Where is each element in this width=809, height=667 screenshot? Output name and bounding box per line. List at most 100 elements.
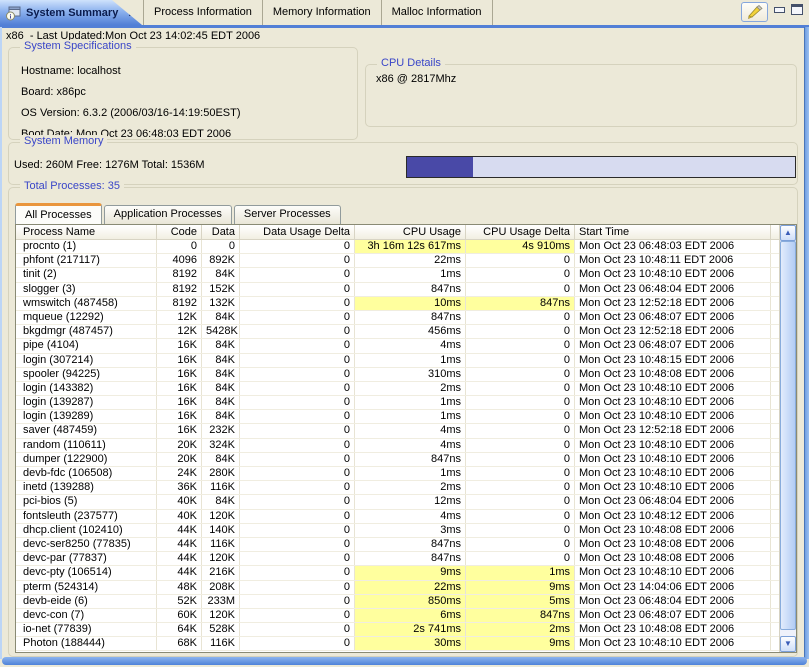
- cell-filler: [771, 552, 779, 565]
- cell: Mon Oct 23 12:52:18 EDT 2006: [575, 424, 771, 437]
- cell: 2ms: [355, 481, 466, 494]
- cell: Mon Oct 23 10:48:10 EDT 2006: [575, 439, 771, 452]
- process-table: Process NameCodeDataData Usage DeltaCPU …: [15, 224, 797, 653]
- cell: 216K: [202, 566, 240, 579]
- svg-text:i: i: [10, 13, 12, 20]
- table-row[interactable]: phfont (217117)4096892K022ms0Mon Oct 23 …: [16, 254, 779, 268]
- cell: 847ns: [355, 552, 466, 565]
- column-header[interactable]: Data: [202, 225, 240, 239]
- cell: phfont (217117): [16, 254, 157, 267]
- table-row[interactable]: pipe (4104)16K84K04ms0Mon Oct 23 06:48:0…: [16, 339, 779, 353]
- cell-filler: [771, 623, 779, 636]
- tab-system-summary[interactable]: i System Summary ✕: [0, 0, 142, 25]
- table-row[interactable]: pci-bios (5)40K84K012ms0Mon Oct 23 06:48…: [16, 495, 779, 509]
- cell: 0: [466, 354, 575, 367]
- cell: 0: [240, 382, 355, 395]
- cell-filler: [771, 396, 779, 409]
- cell: login (143382): [16, 382, 157, 395]
- cell-filler: [771, 481, 779, 494]
- highlighter-pen-button[interactable]: [741, 2, 768, 22]
- vertical-scrollbar[interactable]: ▲ ▼: [779, 225, 796, 652]
- cell: Mon Oct 23 12:52:18 EDT 2006: [575, 325, 771, 338]
- cell: devc-pty (106514): [16, 566, 157, 579]
- tab-memory-information[interactable]: Memory Information: [263, 0, 382, 25]
- table-row[interactable]: random (110611)20K324K04ms0Mon Oct 23 10…: [16, 439, 779, 453]
- cell: devb-fdc (106508): [16, 467, 157, 480]
- table-row[interactable]: tinit (2)819284K01ms0Mon Oct 23 10:48:10…: [16, 268, 779, 282]
- column-header[interactable]: CPU Usage Delta: [466, 225, 575, 239]
- cell: 84K: [202, 410, 240, 423]
- table-row[interactable]: inetd (139288)36K116K02ms0Mon Oct 23 10:…: [16, 481, 779, 495]
- tab-server-processes[interactable]: Server Processes: [234, 205, 341, 224]
- maximize-icon[interactable]: [791, 4, 803, 15]
- table-row[interactable]: login (307214)16K84K01ms0Mon Oct 23 10:4…: [16, 354, 779, 368]
- table-row[interactable]: dumper (122900)20K84K0847ns0Mon Oct 23 1…: [16, 453, 779, 467]
- table-row[interactable]: devb-fdc (106508)24K280K01ms0Mon Oct 23 …: [16, 467, 779, 481]
- cell-filler: [771, 410, 779, 423]
- cell: 120K: [202, 552, 240, 565]
- table-row[interactable]: procnto (1)0003h 16m 12s 617ms4s 910msMo…: [16, 240, 779, 254]
- table-row[interactable]: pterm (524314)48K208K022ms9msMon Oct 23 …: [16, 581, 779, 595]
- table-row[interactable]: spooler (94225)16K84K0310ms0Mon Oct 23 1…: [16, 368, 779, 382]
- table-row[interactable]: slogger (3)8192152K0847ns0Mon Oct 23 06:…: [16, 283, 779, 297]
- cell: 0: [466, 439, 575, 452]
- table-row[interactable]: io-net (77839)64K528K02s 741ms2msMon Oct…: [16, 623, 779, 637]
- table-row[interactable]: bkgdmgr (487457)12K5428K0456ms0Mon Oct 2…: [16, 325, 779, 339]
- column-header[interactable]: CPU Usage: [355, 225, 466, 239]
- cell: 9ms: [466, 637, 575, 650]
- cell: Mon Oct 23 10:48:10 EDT 2006: [575, 410, 771, 423]
- table-row[interactable]: login (143382)16K84K02ms0Mon Oct 23 10:4…: [16, 382, 779, 396]
- close-icon[interactable]: ✕: [127, 6, 137, 20]
- table-row[interactable]: wmswitch (487458)8192132K010ms847nsMon O…: [16, 297, 779, 311]
- table-row[interactable]: dhcp.client (102410)44K140K03ms0Mon Oct …: [16, 524, 779, 538]
- table-row[interactable]: Photon (188444)68K116K030ms9msMon Oct 23…: [16, 637, 779, 651]
- cell: 0: [466, 396, 575, 409]
- cell: 233M: [202, 595, 240, 608]
- cell: 4096: [157, 254, 202, 267]
- cell: 84K: [202, 339, 240, 352]
- cell: 0: [240, 595, 355, 608]
- cell-filler: [771, 339, 779, 352]
- scrollbar-thumb[interactable]: [780, 241, 796, 630]
- table-row[interactable]: mqueue (12292)12K84K0847ns0Mon Oct 23 06…: [16, 311, 779, 325]
- cell: 0: [466, 552, 575, 565]
- cell-filler: [771, 382, 779, 395]
- cell: Mon Oct 23 10:48:10 EDT 2006: [575, 268, 771, 281]
- scroll-up-button[interactable]: ▲: [780, 225, 796, 241]
- table-row[interactable]: devb-eide (6)52K233M0850ms5msMon Oct 23 …: [16, 595, 779, 609]
- table-row[interactable]: login (139289)16K84K01ms0Mon Oct 23 10:4…: [16, 410, 779, 424]
- cell: login (139289): [16, 410, 157, 423]
- cell: 44K: [157, 552, 202, 565]
- table-row[interactable]: saver (487459)16K232K04ms0Mon Oct 23 12:…: [16, 424, 779, 438]
- table-row[interactable]: fontsleuth (237577)40K120K04ms0Mon Oct 2…: [16, 510, 779, 524]
- column-header[interactable]: Data Usage Delta: [240, 225, 355, 239]
- table-row[interactable]: login (139287)16K84K01ms0Mon Oct 23 10:4…: [16, 396, 779, 410]
- cell: 0: [240, 311, 355, 324]
- cell: 0: [466, 283, 575, 296]
- tab-all-processes[interactable]: All Processes: [15, 203, 102, 224]
- column-header[interactable]: Start Time: [575, 225, 771, 239]
- tab-application-processes[interactable]: Application Processes: [104, 205, 232, 224]
- cpu-details-group: CPU Details x86 @ 2817Mhz: [365, 64, 797, 127]
- cell: 4ms: [355, 439, 466, 452]
- cell: random (110611): [16, 439, 157, 452]
- cell-filler: [771, 538, 779, 551]
- cell-filler: [771, 566, 779, 579]
- column-header[interactable]: Code: [157, 225, 202, 239]
- active-view-underline: [0, 25, 809, 28]
- table-row[interactable]: devc-pty (106514)44K216K09ms1msMon Oct 2…: [16, 566, 779, 580]
- cell: 850ms: [355, 595, 466, 608]
- process-table-header: Process NameCodeDataData Usage DeltaCPU …: [16, 225, 779, 240]
- minimize-icon[interactable]: [774, 4, 785, 13]
- scroll-down-button[interactable]: ▼: [780, 636, 796, 652]
- cell: spooler (94225): [16, 368, 157, 381]
- cell: Mon Oct 23 10:48:08 EDT 2006: [575, 552, 771, 565]
- tab-process-information[interactable]: Process Information: [143, 0, 263, 25]
- tab-malloc-information[interactable]: Malloc Information: [382, 0, 493, 25]
- column-header[interactable]: Process Name: [16, 225, 157, 239]
- table-row[interactable]: devc-par (77837)44K120K0847ns0Mon Oct 23…: [16, 552, 779, 566]
- table-row[interactable]: devc-con (7)60K120K06ms847nsMon Oct 23 0…: [16, 609, 779, 623]
- cell: 0: [466, 481, 575, 494]
- cell: 12ms: [355, 495, 466, 508]
- table-row[interactable]: devc-ser8250 (77835)44K116K0847ns0Mon Oc…: [16, 538, 779, 552]
